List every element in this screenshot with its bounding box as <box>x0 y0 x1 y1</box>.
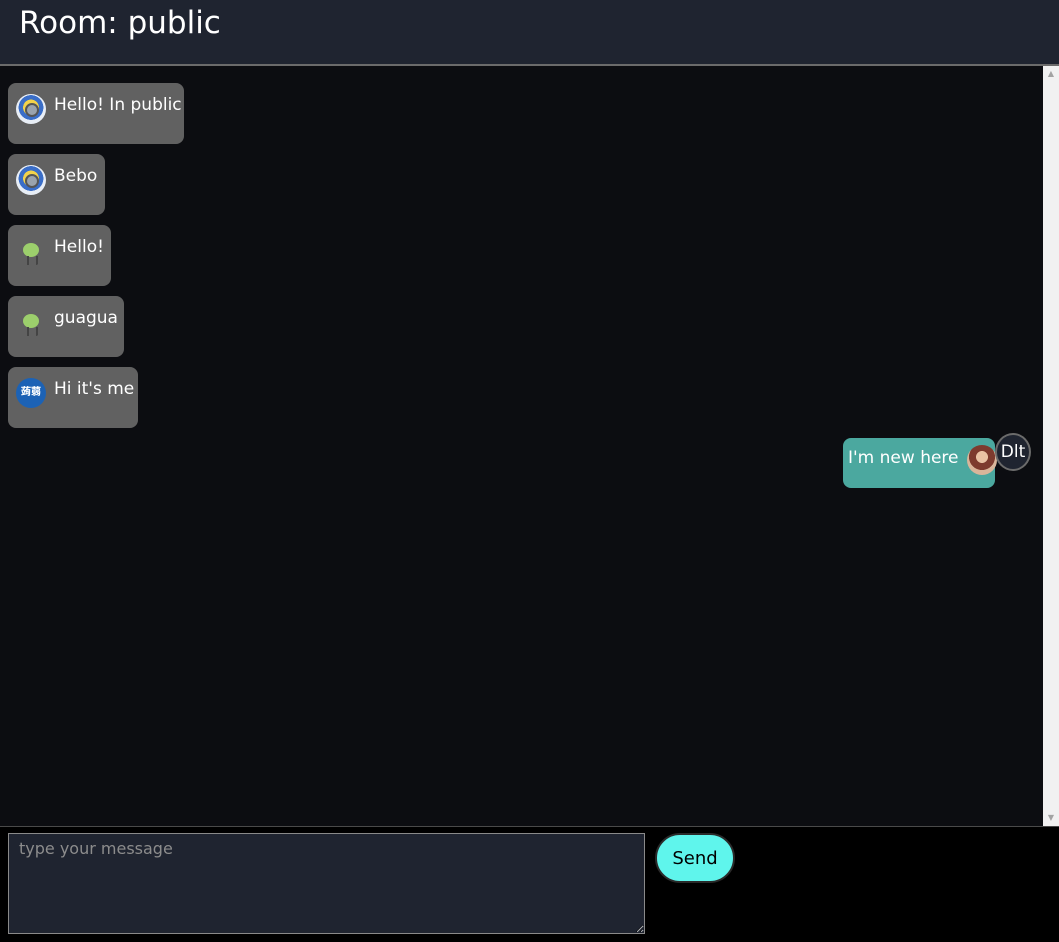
message-text: Hi it's me <box>54 379 135 399</box>
room-title: Room: public <box>19 5 221 41</box>
message-list[interactable]: Hello! In public Bebo Hello! guagua 蒟蒻 Hi… <box>0 66 1043 826</box>
room-header: Room: public <box>0 0 1059 66</box>
blue-badge-avatar: 蒟蒻 <box>16 378 46 408</box>
message-bubble: Bebo <box>8 154 105 215</box>
minion-avatar <box>16 165 46 195</box>
message-bubble: Hello! <box>8 225 111 286</box>
scroll-down-arrow-icon[interactable]: ▼ <box>1043 810 1059 826</box>
delete-message-button[interactable]: Dlt <box>995 433 1031 471</box>
green-creature-avatar <box>16 236 46 266</box>
message-text: guagua <box>54 308 118 328</box>
own-message-bubble: I'm new here <box>843 438 997 488</box>
message-composer: Send <box>0 826 1059 942</box>
message-bubble: Hello! In public <box>8 83 184 144</box>
message-text: I'm new here <box>848 448 959 468</box>
send-button[interactable]: Send <box>655 833 735 883</box>
message-bubble: 蒟蒻 Hi it's me <box>8 367 138 428</box>
message-text: Bebo <box>54 166 98 186</box>
message-text: Hello! <box>54 237 104 257</box>
minion-avatar <box>16 94 46 124</box>
message-text: Hello! In public <box>54 95 182 115</box>
green-creature-avatar <box>16 307 46 337</box>
message-list-scrollbar[interactable]: ▲ ▼ <box>1043 66 1059 826</box>
scroll-up-arrow-icon[interactable]: ▲ <box>1043 66 1059 82</box>
message-input[interactable] <box>8 833 645 934</box>
photo-avatar <box>966 445 997 475</box>
message-bubble: guagua <box>8 296 124 357</box>
